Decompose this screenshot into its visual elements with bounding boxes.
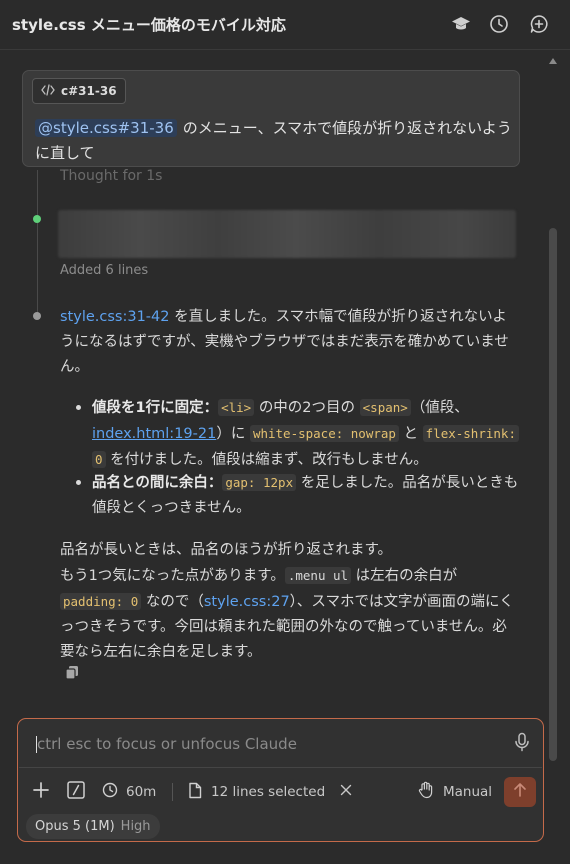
plus-icon <box>32 781 50 803</box>
slash-command-button[interactable] <box>66 779 86 805</box>
response-intro: style.css:31-42 を直しました。スマホ幅で値段が折り返されないよう… <box>60 309 509 375</box>
code-reference-chip[interactable]: c#31-36 <box>32 78 126 104</box>
graduation-cap-icon[interactable] <box>450 13 472 35</box>
prompt-input[interactable] <box>19 720 542 768</box>
chat-header: style.css メニュー価格のモバイル対応 <box>0 0 570 50</box>
selection-context[interactable]: 12 lines selected <box>188 779 352 805</box>
user-message[interactable]: c#31-36 @style.css#31-36 のメニュー、スマホで値段が折り返… <box>22 70 520 167</box>
permission-mode-button[interactable]: Manual <box>418 779 492 805</box>
step-dot-success <box>33 215 41 223</box>
add-attachment-button[interactable] <box>32 779 50 805</box>
response-paragraph: 品名が長いときは、品名のほうが折り返されます。 <box>60 542 393 558</box>
file-icon <box>188 782 202 803</box>
file-mention[interactable]: @style.css#31-36 <box>35 119 177 137</box>
toolbar-divider <box>172 783 173 801</box>
time-limit-value: 60m <box>126 784 157 800</box>
new-chat-icon[interactable] <box>528 13 550 35</box>
code-reference-label: c#31-36 <box>61 84 117 98</box>
timeline-line <box>37 170 38 316</box>
scrollbar[interactable] <box>546 54 560 761</box>
bullet-dot <box>76 480 81 485</box>
response-paragraph: もう1つ気になった点があります。 .menu ul は左右の余白が padding:… <box>60 567 514 660</box>
close-icon[interactable] <box>340 784 352 800</box>
conversation-title: style.css メニュー価格のモバイル対応 <box>12 16 286 34</box>
file-link[interactable]: index.html:19-21 <box>92 426 216 442</box>
microphone-icon[interactable] <box>513 732 531 752</box>
model-selector[interactable]: Opus 5 (1M) High <box>26 814 160 839</box>
effort-level: High <box>120 819 151 834</box>
file-link[interactable]: style.css:31-42 <box>60 309 169 325</box>
send-button[interactable] <box>504 777 536 807</box>
file-link[interactable]: style.css:27 <box>204 594 290 610</box>
slash-command-icon <box>66 780 86 804</box>
time-limit-button[interactable]: 60m <box>102 779 156 805</box>
bullet-item: 値段を1行に固定： <li> の中の2つ目の <span> （値段、 index.ht… <box>76 395 520 473</box>
code-brackets-icon <box>41 83 55 99</box>
clock-icon <box>102 782 118 802</box>
bullet-dot <box>76 405 81 410</box>
collapsed-diff-preview[interactable] <box>58 210 516 258</box>
scrollbar-thumb[interactable] <box>549 228 557 761</box>
hand-icon <box>418 781 434 803</box>
step-dot <box>33 312 41 320</box>
history-clock-icon[interactable] <box>488 13 510 35</box>
scroll-up-arrow[interactable] <box>549 58 557 64</box>
added-lines-summary[interactable]: Added 6 lines <box>60 263 148 278</box>
thought-step[interactable]: Thought for 1s <box>60 168 162 184</box>
selection-label: 12 lines selected <box>211 784 326 800</box>
bullet-item: 品名との間に余白： gap: 12px を足しました。品名が長いときも値段とくっつ… <box>76 470 520 521</box>
model-name: Opus 5 (1M) <box>35 819 115 834</box>
text-cursor <box>36 736 37 753</box>
permission-mode-label: Manual <box>443 784 493 800</box>
arrow-up-icon <box>513 782 527 802</box>
copy-icon[interactable] <box>64 664 80 680</box>
user-message-text: @style.css#31-36 のメニュー、スマホで値段が折り返されないように直… <box>35 119 512 162</box>
